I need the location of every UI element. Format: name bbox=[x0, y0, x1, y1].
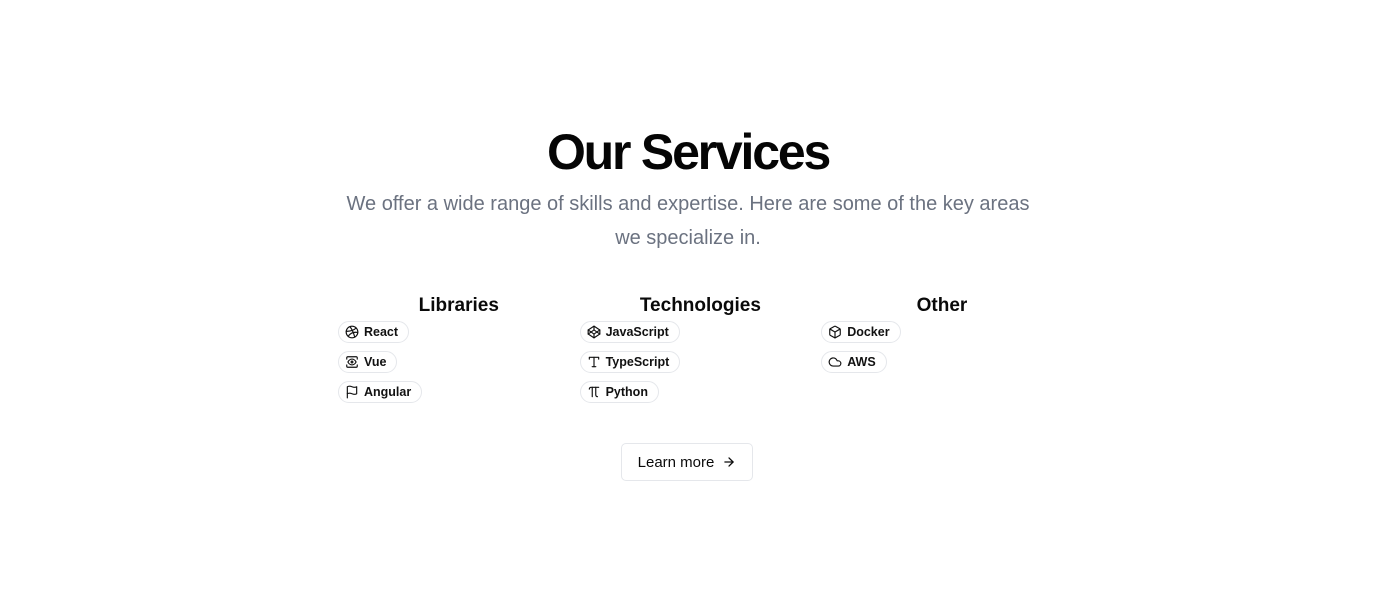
column-heading: Other bbox=[916, 295, 968, 316]
badge-python: Python bbox=[579, 381, 659, 403]
column-heading: Technologies bbox=[639, 295, 761, 316]
badge-javascript: JavaScript bbox=[579, 321, 680, 343]
badge-label: Angular bbox=[364, 385, 412, 399]
column-other: Other Docker AWS bbox=[821, 294, 1063, 411]
badge-label: AWS bbox=[847, 355, 876, 369]
badge-label: JavaScript bbox=[605, 325, 669, 339]
badge-docker: Docker bbox=[821, 321, 901, 343]
arrow-right-icon bbox=[722, 455, 736, 469]
view-icon bbox=[345, 355, 359, 369]
learn-more-label: Learn more bbox=[637, 453, 715, 471]
services-section: Our Services We offer a wide range of sk… bbox=[0, 0, 1376, 611]
column-technologies: Technologies JavaScript TypeScript Pytho… bbox=[579, 294, 822, 411]
type-icon bbox=[587, 355, 601, 369]
badge-typescript: TypeScript bbox=[579, 351, 681, 373]
column-heading: Libraries bbox=[418, 295, 499, 316]
page-title: Our Services bbox=[546, 124, 831, 180]
badge-react: React bbox=[338, 321, 410, 343]
flag-icon bbox=[345, 385, 359, 399]
box-icon bbox=[828, 325, 842, 339]
badge-angular: Angular bbox=[338, 381, 423, 403]
page-subtitle: We offer a wide range of skills and expe… bbox=[346, 193, 1030, 249]
badge-label: Docker bbox=[847, 325, 890, 339]
badge-label: Vue bbox=[364, 355, 387, 369]
badge-vue: Vue bbox=[338, 351, 398, 373]
cloud-icon bbox=[828, 355, 842, 369]
badge-label: TypeScript bbox=[605, 355, 670, 369]
pi-icon bbox=[587, 385, 601, 399]
badge-aws: AWS bbox=[821, 351, 887, 373]
column-libraries: Libraries React Vue Angular bbox=[338, 294, 580, 411]
codepen-icon bbox=[587, 325, 601, 339]
service-columns: Libraries React Vue Angular Technologies… bbox=[338, 294, 1063, 411]
learn-more-button[interactable]: Learn more bbox=[621, 443, 753, 481]
badge-label: React bbox=[364, 325, 399, 339]
badge-label: Python bbox=[605, 385, 648, 399]
dribbble-icon bbox=[345, 325, 359, 339]
